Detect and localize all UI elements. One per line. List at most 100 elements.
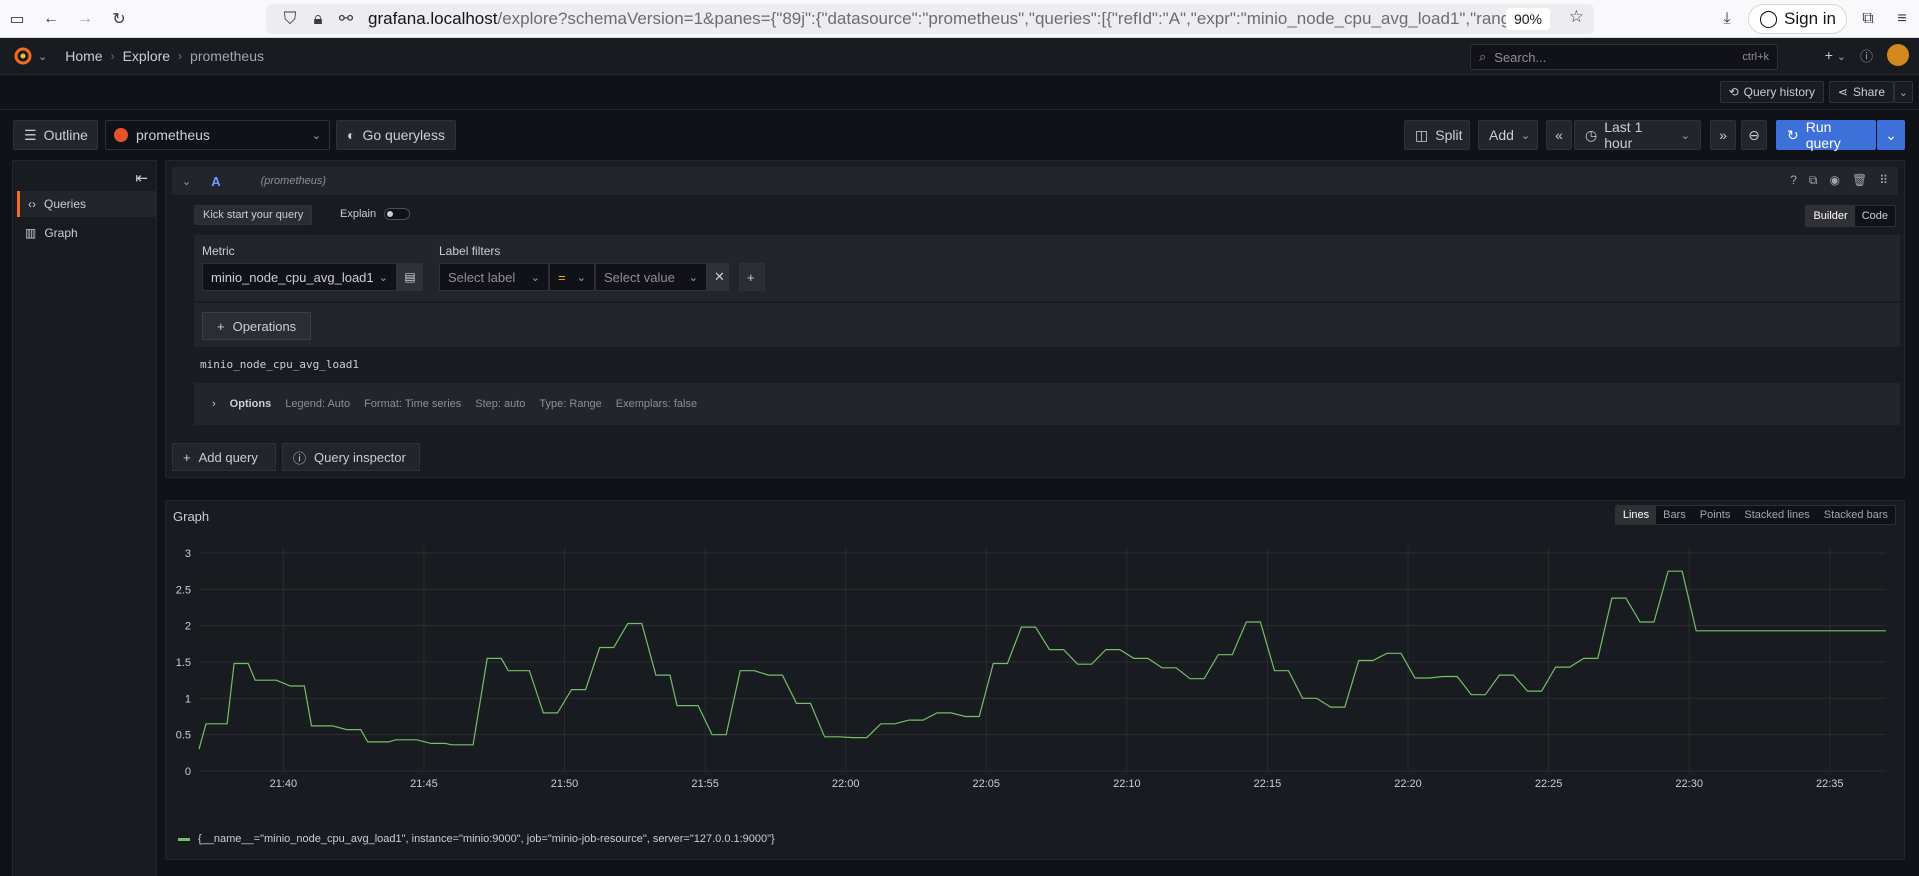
breadcrumb-explore[interactable]: Explore: [123, 48, 170, 64]
run-query-dropdown-button[interactable]: ⌄: [1877, 120, 1905, 150]
sign-in-button[interactable]: ◯ Sign in: [1747, 4, 1847, 34]
time-range-picker[interactable]: ◷ Last 1 hour ⌄: [1574, 119, 1701, 151]
search-input[interactable]: ⌕ Search... ctrl+k: [1470, 44, 1778, 70]
url-bar[interactable]: ⛉ 🔒︎ ⚯ grafana.localhost/explore?schemaV…: [266, 4, 1594, 34]
x-tick-label: 21:50: [551, 778, 579, 790]
collapse-outline-icon[interactable]: ⇤: [135, 169, 148, 187]
back-icon[interactable]: ←: [34, 2, 68, 36]
delete-query-trash-icon[interactable]: 🗑︎: [1852, 173, 1867, 188]
forward-icon[interactable]: →: [68, 2, 102, 36]
x-tick-label: 21:40: [270, 778, 298, 790]
label-filters-label: Label filters: [439, 244, 501, 258]
query-history-button[interactable]: ⟲ Query history: [1719, 81, 1824, 103]
query-ref-id[interactable]: A: [211, 174, 220, 189]
bookmark-star-icon[interactable]: ☆: [1569, 7, 1584, 27]
kick-start-query-button[interactable]: Kick start your query: [194, 205, 313, 225]
query-row-actions: ? ⧉ ◉ 🗑︎ ⠿: [1790, 173, 1888, 188]
chevrons-right-icon: »: [1719, 127, 1727, 143]
sidebar-toggle-icon[interactable]: ▭: [0, 2, 34, 36]
explain-switch[interactable]: [384, 208, 411, 220]
legend-series-label[interactable]: {__name__="minio_node_cpu_avg_load1", in…: [198, 833, 775, 845]
duplicate-query-icon[interactable]: ⧉: [1809, 173, 1818, 188]
query-inspector-button[interactable]: ⓘ Query inspector: [282, 443, 420, 471]
run-query-button[interactable]: ↻ Run query: [1776, 119, 1876, 151]
grafana-logo-icon[interactable]: [8, 41, 38, 71]
add-button[interactable]: Add ⌄: [1478, 120, 1538, 150]
collapse-query-chevron-icon[interactable]: ⌄: [182, 175, 191, 188]
metrics-explorer-book-icon[interactable]: ▤: [397, 263, 423, 291]
refresh-icon: ↻: [1787, 126, 1799, 143]
metric-label: Metric: [202, 244, 235, 258]
graph-legend[interactable]: {__name__="minio_node_cpu_avg_load1", in…: [178, 833, 775, 845]
outline-button[interactable]: ☰ Outline: [13, 120, 98, 150]
outline-item-label: Queries: [44, 197, 87, 211]
info-circle-icon: ⓘ: [293, 450, 307, 466]
time-forward-button[interactable]: »: [1710, 120, 1736, 150]
add-query-button[interactable]: + Add query: [172, 443, 276, 471]
split-icon: ◫: [1415, 126, 1429, 143]
reload-icon[interactable]: ↻: [102, 2, 136, 36]
share-button[interactable]: ⋖ Share: [1828, 81, 1894, 103]
extensions-icon[interactable]: ⧉: [1851, 2, 1885, 36]
account-icon: ◯: [1758, 9, 1779, 28]
help-icon[interactable]: ?: [1790, 173, 1797, 188]
zoom-out-button[interactable]: ⊖: [1741, 120, 1767, 150]
explain-toggle[interactable]: Explain: [340, 208, 411, 220]
label-value-select[interactable]: Select value ⌄: [595, 263, 707, 291]
operations-area: + Operations: [194, 303, 1900, 347]
operations-label: Operations: [232, 318, 297, 334]
remove-filter-button[interactable]: ✕: [707, 263, 729, 291]
chevrons-left-icon: «: [1555, 127, 1563, 143]
plus-icon: +: [747, 269, 755, 285]
drag-handle-icon[interactable]: ⠿: [1879, 173, 1888, 188]
avatar[interactable]: [1887, 44, 1909, 66]
mega-menu-chevron-icon[interactable]: ⌄: [38, 50, 47, 63]
clock-icon: ◷: [1585, 126, 1598, 143]
viz-type-stacked-lines[interactable]: Stacked lines: [1737, 506, 1816, 524]
outline-item-queries[interactable]: ‹› Queries: [17, 191, 157, 217]
metric-select[interactable]: minio_node_cpu_avg_load1 ⌄: [202, 263, 397, 291]
go-queryless-label: Go queryless: [362, 127, 445, 143]
time-back-button[interactable]: «: [1546, 120, 1572, 150]
explore-toolbar: ☰ Outline prometheus ⌄ ◐ Go queryless ◫ Spl…: [0, 110, 1919, 160]
outline-item-graph[interactable]: ▥ Graph: [17, 220, 157, 246]
label-operator-select[interactable]: = ⌄: [549, 263, 595, 291]
split-button[interactable]: ◫ Split: [1404, 120, 1470, 150]
query-options-row[interactable]: › Options Legend: Auto Format: Time seri…: [194, 383, 1900, 425]
time-series-chart[interactable]: 0 0.5 1 1.5 2 2.5 3 21:40 21:45 21:50 21:55 22:00 22…: [166, 531, 1904, 831]
viz-type-stacked-bars[interactable]: Stacked bars: [1817, 506, 1895, 524]
viz-type-bars[interactable]: Bars: [1656, 506, 1693, 524]
hide-query-eye-icon[interactable]: ◉: [1829, 173, 1839, 188]
page-actions-bar: ⟲ Query history ⋖ Share ⌄: [0, 75, 1919, 110]
add-operation-button[interactable]: + Operations: [202, 312, 312, 340]
query-row-header[interactable]: ⌄ A (prometheus) ? ⧉ ◉ 🗑︎ ⠿: [172, 167, 1898, 195]
new-menu-button[interactable]: + ⌄: [1825, 47, 1846, 63]
label-name-select[interactable]: Select label ⌄: [439, 263, 549, 291]
url-text: grafana.localhost/explore?schemaVersion=…: [368, 9, 1534, 29]
share-dropdown-button[interactable]: ⌄: [1893, 81, 1913, 103]
go-queryless-button[interactable]: ◐ Go queryless: [336, 120, 456, 150]
query-inspector-label: Query inspector: [314, 449, 406, 465]
query-datasource-hint: (prometheus): [260, 175, 327, 187]
datasource-picker[interactable]: prometheus ⌄: [105, 120, 330, 150]
chevron-down-icon: ⌄: [1836, 51, 1846, 63]
viz-type-lines[interactable]: Lines: [1615, 506, 1657, 524]
option-step: Step: auto: [475, 398, 526, 410]
builder-mode-tab[interactable]: Builder: [1806, 206, 1855, 226]
x-tick-label: 22:15: [1254, 778, 1282, 790]
breadcrumb-home[interactable]: Home: [65, 48, 102, 64]
search-icon: ⌕: [1479, 49, 1487, 64]
zoom-level[interactable]: 90%: [1505, 8, 1550, 30]
datasource-name: prometheus: [136, 127, 210, 143]
add-filter-button[interactable]: +: [739, 263, 765, 291]
help-icon[interactable]: ⓘ: [1860, 46, 1873, 65]
close-icon: ✕: [714, 269, 725, 284]
option-legend: Legend: Auto: [285, 398, 351, 410]
downloads-icon[interactable]: ⤓: [1710, 2, 1744, 36]
x-tick-label: 22:10: [1113, 778, 1141, 790]
code-mode-tab[interactable]: Code: [1855, 206, 1895, 226]
menu-icon[interactable]: ≡: [1885, 2, 1919, 36]
browser-right-controls: ⤓ ◯ Sign in ⧉ ≡: [1710, 0, 1919, 38]
graph-title: Graph: [173, 509, 210, 524]
viz-type-points[interactable]: Points: [1693, 506, 1738, 524]
